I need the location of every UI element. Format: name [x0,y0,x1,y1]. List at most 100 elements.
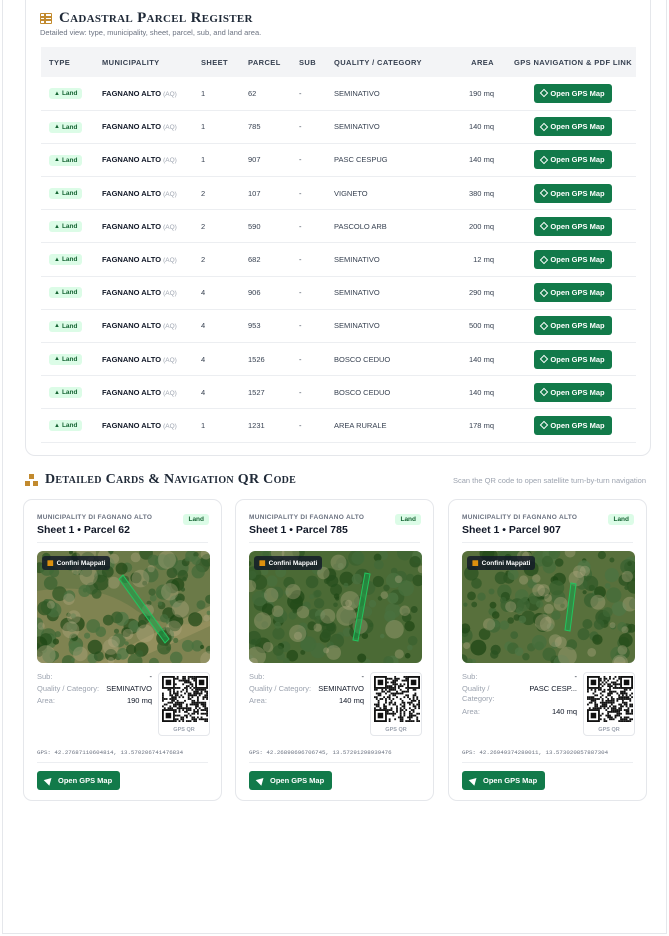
quality-cell: PASC CESPUG [334,155,388,165]
parcel-cell: 785 [248,122,261,132]
qr-code-icon [25,473,39,487]
sheet-cell: 4 [201,321,206,331]
gps-qr-code[interactable]: GPS QR [370,672,422,736]
open-gps-map-button[interactable]: Open GPS Map [534,283,612,303]
satellite-map[interactable]: ▦ Confini Mappati [462,551,635,663]
open-gps-map-button[interactable]: Open GPS Map [534,382,612,402]
parcel-cell: 906 [248,288,261,298]
cards-section-title: Detailed Cards & Navigation QR Code [45,472,297,487]
satellite-map[interactable]: ▦ Confini Mappati [37,551,210,663]
parcel-card: MUNICIPALITY DI FAGNANO ALTO Sheet 1 • P… [235,499,434,801]
leaf-icon: ▲ [54,356,60,363]
gps-qr-code[interactable]: GPS QR [158,672,210,736]
type-cell: ▲ Land [41,376,94,409]
boundary-icon: ▦ [259,560,266,567]
sub-cell: - [299,255,302,265]
land-badge: ▲ Land [49,287,83,299]
gps-cell: Open GPS Map [502,110,636,143]
gps-coordinates: GPS: 42.26898696706745, 13.5729129893947… [249,749,392,756]
municipality-cell: FAGNANO ALTO (AQ) [102,420,177,430]
area-cell: 190 mq [468,88,494,98]
municipality-cell: FAGNANO ALTO (AQ) [102,255,177,265]
card-title: Sheet 1 • Parcel 907 [462,524,561,536]
sub-cell: - [299,122,302,132]
leaf-icon: ▲ [54,289,60,296]
table-icon [40,13,52,24]
col-municipality: MUNICIPALITY [102,57,160,67]
col-gps: GPS NAVIGATION & PDF LINK [513,57,633,67]
divider [462,762,633,763]
navigation-arrow-icon [468,775,480,786]
open-gps-map-button[interactable]: Open GPS Map [534,216,612,236]
sub-cell: - [299,155,302,165]
table-row: ▲ Land FAGNANO ALTO (AQ) 2 590 - PASCOLO … [41,210,636,243]
quality-cell: VIGNETO [334,188,368,198]
leaf-icon: ▲ [54,124,60,131]
col-sub: SUB [299,57,317,67]
sub-cell: - [299,221,302,231]
area-cell: 380 mq [468,188,494,198]
open-gps-map-button[interactable]: Open GPS Map [249,771,333,790]
sheet-cell: 2 [201,255,206,265]
gps-cell: Open GPS Map [502,177,636,210]
navigation-diamond-icon [540,288,549,297]
table-row: ▲ Land FAGNANO ALTO (AQ) 4 1526 - BOSCO C… [41,343,636,376]
table-row: ▲ Land FAGNANO ALTO (AQ) 1 907 - PASC CES… [41,143,636,177]
divider [249,542,420,543]
municipality-cell: FAGNANO ALTO (AQ) [102,387,177,397]
open-gps-map-button[interactable]: Open GPS Map [534,415,612,435]
quality-cell: SEMINATIVO [334,255,380,265]
open-gps-map-button[interactable]: Open GPS Map [534,117,612,137]
gps-qr-code[interactable]: GPS QR [583,672,635,736]
satellite-map[interactable]: ▦ Confini Mappati [249,551,422,663]
parcel-cell: 953 [248,321,261,331]
municipality-cell: FAGNANO ALTO (AQ) [102,122,177,132]
parcel-cell: 1231 [248,420,265,430]
open-gps-map-button[interactable]: Open GPS Map [534,349,612,369]
land-badge: ▲ Land [49,353,83,365]
sheet-cell: 4 [201,288,206,298]
sheet-cell: 4 [201,354,206,364]
navigation-diamond-icon [540,388,549,397]
sheet-cell: 4 [201,387,206,397]
parcel-register-panel: Cadastral Parcel Register Detailed view:… [25,0,651,456]
gps-cell: Open GPS Map [502,210,636,243]
sub-cell: - [299,387,302,397]
col-sheet: SHEET [201,57,229,67]
open-gps-map-button[interactable]: Open GPS Map [37,771,121,790]
gps-cell: Open GPS Map [502,276,636,309]
open-gps-map-button[interactable]: Open GPS Map [462,771,546,790]
type-cell: ▲ Land [41,243,94,276]
navigation-arrow-icon [43,775,55,786]
quality-cell: SEMINATIVO [334,288,380,298]
open-gps-map-button[interactable]: Open GPS Map [534,183,612,203]
parcel-card: MUNICIPALITY DI FAGNANO ALTO Sheet 1 • P… [23,499,222,801]
register-header: Cadastral Parcel Register [40,10,253,27]
open-gps-map-button[interactable]: Open GPS Map [534,150,612,170]
open-gps-map-button[interactable]: Open GPS Map [534,83,612,103]
land-badge: ▲ Land [49,254,83,266]
leaf-icon: ▲ [54,256,60,263]
open-gps-map-button[interactable]: Open GPS Map [534,250,612,270]
open-gps-map-button[interactable]: Open GPS Map [534,316,612,336]
leaf-icon: ▲ [54,190,60,197]
gps-coordinates: GPS: 42.26949374280011, 13.5730208578873… [462,749,609,756]
table-row: ▲ Land FAGNANO ALTO (AQ) 1 1231 - AREA RU… [41,409,636,443]
area-cell: 140 mq [468,155,494,165]
leaf-icon: ▲ [54,323,60,330]
type-cell: ▲ Land [41,343,94,376]
col-area: AREA [471,57,494,67]
parcel-cell: 682 [248,255,261,265]
sheet-cell: 2 [201,221,206,231]
navigation-diamond-icon [540,122,549,132]
area-cell: 200 mq [468,221,494,231]
navigation-diamond-icon [540,255,549,264]
card-municipality: MUNICIPALITY DI FAGNANO ALTO [462,514,578,521]
sub-cell: - [299,288,302,298]
land-badge: ▲ Land [49,121,83,133]
parcel-card: MUNICIPALITY DI FAGNANO ALTO Sheet 1 • P… [448,499,647,801]
gps-cell: Open GPS Map [502,143,636,176]
quality-cell: AREA RURALE [334,420,387,430]
sub-cell: - [299,188,302,198]
municipality-cell: FAGNANO ALTO (AQ) [102,288,177,298]
